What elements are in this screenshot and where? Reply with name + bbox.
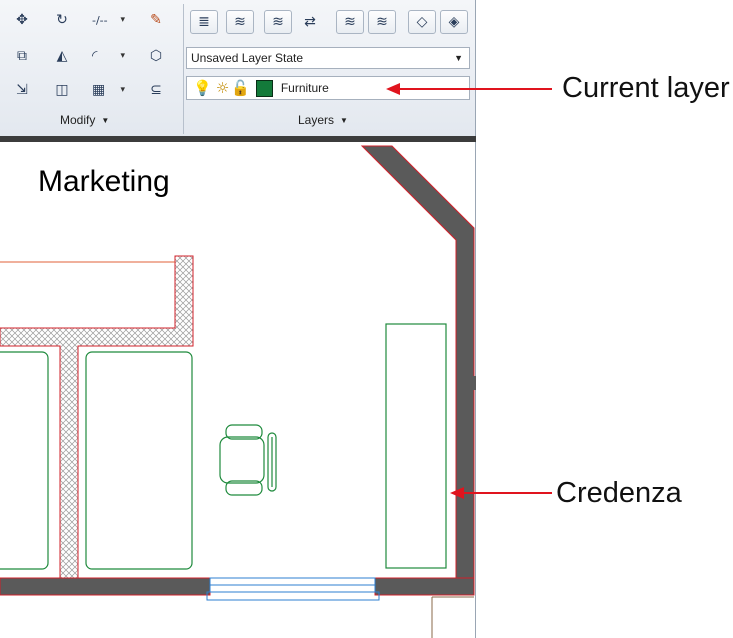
chair: [219, 424, 277, 496]
door-frame: [431, 596, 474, 638]
interior-wall: [0, 255, 194, 579]
bottom-wall-right: [374, 577, 475, 596]
room-label: Marketing: [38, 165, 170, 198]
desk-left: [0, 351, 49, 570]
callout-current-layer: Current layer: [562, 72, 730, 104]
callout-arrow-current-layer: [386, 83, 552, 95]
credenza: [385, 323, 447, 569]
wall-notch: [470, 376, 476, 390]
callout-credenza: Credenza: [556, 477, 682, 509]
desk-center: [85, 351, 193, 570]
bottom-wall: [0, 577, 211, 596]
exterior-wall: [360, 145, 475, 596]
window-sill: [206, 591, 380, 601]
